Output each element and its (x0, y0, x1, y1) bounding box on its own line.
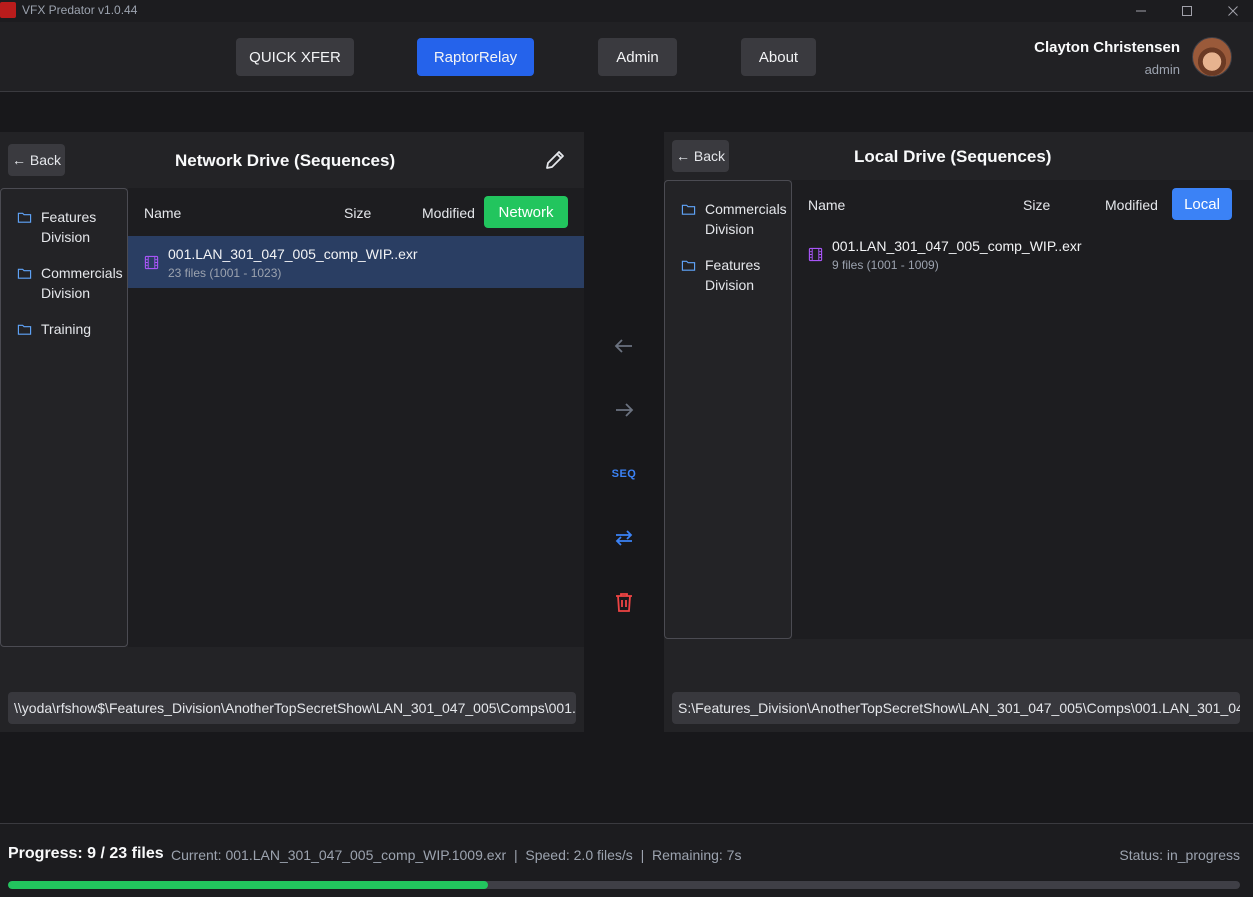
swap-arrows-icon (615, 530, 633, 546)
folder-icon (17, 268, 32, 279)
app-logo-icon (0, 2, 16, 18)
network-panel-title: Network Drive (Sequences) (175, 151, 396, 170)
network-drive-badge[interactable]: Network (484, 196, 568, 228)
local-back-button[interactable]: ← Back (672, 140, 729, 172)
network-path-field[interactable]: \\yoda\rfshow$\Features_Division\Another… (8, 692, 576, 724)
sidebar-item-label: Features Division (705, 257, 761, 293)
user-name: Clayton Christensen (1034, 39, 1180, 56)
table-row[interactable]: 001.LAN_301_047_005_comp_WIP..exr 9 file… (792, 228, 1253, 280)
sync-button[interactable] (610, 525, 638, 551)
sidebar-item-label: Commercials Division (705, 201, 787, 237)
network-sidebar: Features Division Commercials Division T… (0, 188, 128, 647)
copy-to-network-button[interactable] (610, 333, 638, 359)
column-header-size[interactable]: Size (344, 205, 371, 221)
nav-admin-button[interactable]: Admin (598, 38, 677, 76)
network-drive-panel: ← Back Network Drive (Sequences) Feature… (0, 132, 584, 732)
local-drive-badge[interactable]: Local (1172, 188, 1232, 220)
column-header-name[interactable]: Name (144, 205, 181, 221)
maximize-button[interactable] (1167, 0, 1207, 22)
network-sidebar-item-commercials-division[interactable]: Commercials Division (17, 263, 125, 303)
sidebar-item-label: Training (41, 321, 92, 337)
delete-button[interactable] (610, 589, 638, 615)
file-meta: 23 files (1001 - 1023) (168, 266, 282, 280)
minimize-icon (1136, 10, 1146, 12)
trash-icon (616, 593, 632, 612)
file-name: 001.LAN_301_047_005_comp_WIP..exr (168, 246, 418, 262)
transfer-status-bar: Progress: 9 / 23 files Current: 001.LAN_… (0, 823, 1253, 897)
file-name: 001.LAN_301_047_005_comp_WIP..exr (832, 238, 1082, 254)
file-meta: 9 files (1001 - 1009) (832, 258, 939, 272)
local-sidebar-item-commercials-division[interactable]: Commercials Division (681, 199, 789, 239)
copy-to-local-button[interactable] (610, 397, 638, 423)
app-header: QUICK XFER RaptorRelay Admin About Clayt… (0, 22, 1253, 92)
status-text: Status: in_progress (1119, 847, 1240, 863)
table-row[interactable]: 001.LAN_301_047_005_comp_WIP..exr 23 fil… (128, 236, 584, 288)
sidebar-item-label: Commercials Division (41, 265, 123, 301)
column-header-name[interactable]: Name (808, 197, 845, 213)
local-file-list: Name Size Modified Local 001.LAN_301_047… (792, 180, 1253, 639)
edit-path-button[interactable] (543, 148, 569, 174)
arrow-left-icon (614, 339, 632, 353)
column-header-size[interactable]: Size (1023, 197, 1050, 213)
minimize-button[interactable] (1121, 0, 1161, 22)
local-panel-title: Local Drive (Sequences) (854, 147, 1052, 166)
progress-detail: Current: 001.LAN_301_047_005_comp_WIP.10… (171, 847, 742, 863)
arrow-right-icon (616, 403, 634, 417)
local-path-field[interactable]: S:\Features_Division\AnotherTopSecretSho… (672, 692, 1240, 724)
sidebar-item-label: Features Division (41, 209, 97, 245)
folder-icon (17, 324, 32, 335)
progress-label: Progress: 9 / 23 files (8, 845, 164, 862)
close-icon (1228, 6, 1238, 16)
local-sidebar: Commercials Division Features Division (664, 180, 792, 639)
pencil-icon (546, 151, 564, 169)
folder-icon (17, 212, 32, 223)
nav-raptorrelay-button[interactable]: RaptorRelay (417, 38, 534, 76)
progress-bar (8, 881, 1240, 889)
local-sidebar-item-features-division[interactable]: Features Division (681, 255, 775, 295)
network-sidebar-item-training[interactable]: Training (17, 319, 91, 339)
column-header-modified[interactable]: Modified (422, 205, 475, 221)
user-role: admin (1144, 62, 1180, 77)
network-file-list: Name Size Modified Network 001.LAN_301_0… (128, 188, 584, 647)
film-sequence-icon (808, 247, 823, 262)
window-title: VFX Predator v1.0.44 (22, 3, 138, 17)
film-sequence-icon (144, 255, 159, 270)
avatar[interactable] (1192, 37, 1232, 77)
title-bar: VFX Predator v1.0.44 (0, 0, 1253, 22)
network-sidebar-item-features-division[interactable]: Features Division (17, 207, 111, 247)
progress-bar-fill (8, 881, 489, 889)
nav-about-button[interactable]: About (741, 38, 816, 76)
network-back-button[interactable]: ← Back (8, 144, 65, 176)
maximize-icon (1182, 6, 1192, 16)
local-drive-panel: ← Back Local Drive (Sequences) Commercia… (664, 132, 1253, 732)
sequence-mode-toggle[interactable]: SEQ (606, 465, 642, 483)
column-header-modified[interactable]: Modified (1105, 197, 1158, 213)
folder-icon (681, 260, 696, 271)
folder-icon (681, 204, 696, 215)
close-window-button[interactable] (1213, 0, 1253, 22)
seq-label: SEQ (611, 468, 637, 480)
nav-quick-xfer-button[interactable]: QUICK XFER (236, 38, 354, 76)
